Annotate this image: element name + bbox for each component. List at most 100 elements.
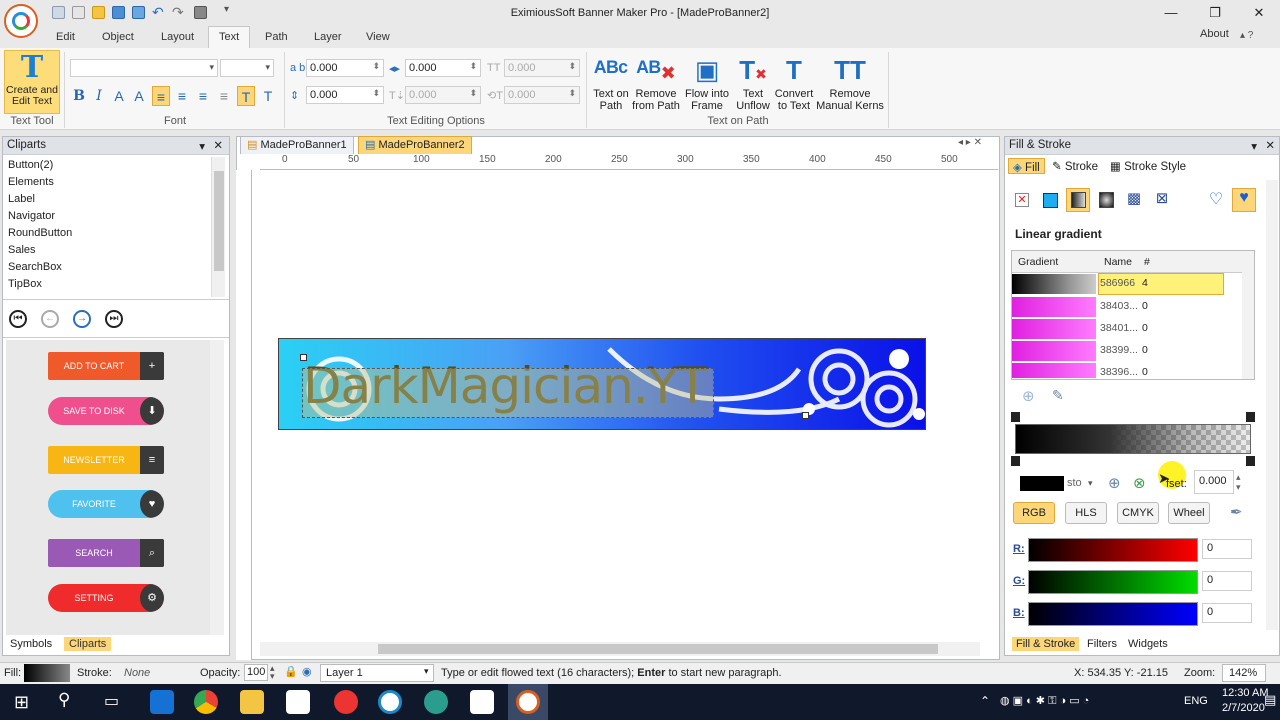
- notifications-icon[interactable]: ▤: [1264, 692, 1276, 708]
- menu-layer[interactable]: Layer: [314, 31, 342, 43]
- table-row[interactable]: 586966 4: [1012, 273, 1254, 295]
- banner-maker-taskbar-icon[interactable]: [516, 690, 540, 714]
- clock-date[interactable]: 2/7/2020: [1222, 702, 1265, 714]
- align-justify-icon[interactable]: ≡: [215, 86, 233, 106]
- list-item[interactable]: Label: [5, 191, 211, 208]
- minimize-icon[interactable]: —: [1156, 4, 1186, 22]
- pattern-icon[interactable]: ▩: [1122, 188, 1146, 212]
- doc-tab-2[interactable]: ▤ MadeProBanner2: [358, 136, 472, 154]
- quick-access-dropdown-icon[interactable]: ▾: [224, 4, 229, 15]
- menu-path[interactable]: Path: [265, 31, 288, 43]
- ccleaner-icon[interactable]: [378, 690, 402, 714]
- fill-rule-evenodd-icon[interactable]: ♡: [1204, 188, 1228, 212]
- bottom-tab-widgets[interactable]: Widgets: [1128, 638, 1168, 650]
- letter-spacing-input[interactable]: 0.000: [306, 59, 384, 77]
- clipart-setting[interactable]: SETTING ⚙: [48, 584, 164, 612]
- delete-stop-icon[interactable]: ⊗: [1133, 474, 1146, 492]
- table-row[interactable]: 38396... 0: [1012, 362, 1254, 378]
- table-row[interactable]: 38401... 0: [1012, 318, 1254, 340]
- chrome-icon[interactable]: [194, 690, 218, 714]
- gradient-stop-handle[interactable]: [1011, 456, 1020, 466]
- list-item[interactable]: Sales: [5, 242, 211, 259]
- tab-stroke[interactable]: ✎ Stroke: [1048, 158, 1102, 174]
- open-folder-icon[interactable]: [92, 6, 105, 19]
- save-icon[interactable]: [112, 6, 125, 19]
- first-page-icon[interactable]: ⏮: [9, 310, 27, 328]
- flow-into-frame-button[interactable]: ▣ Flow into Frame: [682, 52, 732, 112]
- no-paint-icon[interactable]: ✕: [1010, 188, 1034, 212]
- app-icon[interactable]: [334, 690, 358, 714]
- next-page-icon[interactable]: →: [73, 310, 91, 328]
- gradient-stop-handle[interactable]: [1246, 412, 1255, 422]
- channel-b-slider[interactable]: [1028, 602, 1198, 626]
- clipart-add-to-cart[interactable]: ADD TO CART +: [48, 352, 164, 380]
- list-item[interactable]: RoundButton: [5, 225, 211, 242]
- gradient-preview-bar[interactable]: [1015, 424, 1251, 454]
- selection-handle[interactable]: [300, 354, 307, 361]
- panel-dropdown-icon[interactable]: ▾: [1251, 139, 1257, 153]
- stop-color-swatch[interactable]: [1020, 476, 1064, 491]
- layer-dropdown-icon[interactable]: ▾: [424, 666, 429, 677]
- file-explorer-icon[interactable]: [240, 690, 264, 714]
- redo-icon[interactable]: ↷: [172, 4, 184, 21]
- edge-icon[interactable]: [150, 690, 174, 714]
- create-edit-text-button[interactable]: T Create and Edit Text: [4, 50, 60, 114]
- clipart-save-to-disk[interactable]: SAVE TO DISK ⬇: [48, 397, 164, 425]
- eyedropper-icon[interactable]: ✒: [1230, 503, 1243, 521]
- text-on-path-button[interactable]: ᴬᴮᶜ Text on Path: [590, 52, 632, 112]
- kerning-input[interactable]: 0.000: [504, 59, 580, 77]
- edit-gradient-icon[interactable]: ✎: [1052, 387, 1064, 404]
- convert-to-text-button[interactable]: T Convert to Text: [772, 52, 816, 112]
- list-item[interactable]: Button(2): [5, 157, 211, 174]
- fill-panel-scrollbar[interactable]: [1266, 180, 1278, 630]
- list-item[interactable]: TipBox: [5, 276, 211, 293]
- status-fill-swatch[interactable]: [24, 664, 70, 682]
- mode-wheel-button[interactable]: Wheel: [1168, 502, 1210, 524]
- list-item[interactable]: SearchBox: [5, 259, 211, 276]
- undo-icon[interactable]: ↶: [152, 4, 164, 21]
- offset-input[interactable]: 0.000: [1194, 470, 1234, 494]
- menu-layout[interactable]: Layout: [161, 31, 194, 43]
- horizontal-scrollbar[interactable]: [260, 642, 980, 656]
- panel-close-icon[interactable]: ✕: [213, 138, 223, 152]
- about-link[interactable]: About: [1200, 28, 1229, 40]
- offset-spinner-icon[interactable]: ▴ ▾: [1236, 472, 1241, 492]
- remove-from-path-button[interactable]: ᴬᴮ✖ Remove from Path: [630, 52, 682, 112]
- stop-select[interactable]: sto: [1067, 477, 1082, 489]
- channel-g-input[interactable]: 0: [1202, 571, 1252, 591]
- layer-select[interactable]: Layer 1: [320, 664, 434, 682]
- close-icon[interactable]: ✕: [1244, 4, 1274, 22]
- superscript-icon[interactable]: A: [110, 86, 128, 106]
- search-icon[interactable]: ⚲: [58, 690, 70, 710]
- tray-up-icon[interactable]: ⌃: [980, 694, 990, 708]
- vertical-shift-input[interactable]: 0.000: [405, 86, 481, 104]
- opacity-spinner-icon[interactable]: ▴ ▾: [270, 664, 275, 681]
- swatch-icon[interactable]: ⊠: [1150, 188, 1174, 212]
- text-unflow-button[interactable]: T✖ Text Unflow: [732, 52, 774, 112]
- add-gradient-icon[interactable]: ⊕: [1022, 387, 1035, 405]
- font-size-select[interactable]: [220, 59, 274, 77]
- line-spacing-input[interactable]: 0.000: [306, 86, 384, 104]
- tab-stroke-style[interactable]: ▦ Stroke Style: [1106, 158, 1190, 174]
- gradient-stop-handle[interactable]: [1246, 456, 1255, 466]
- bottom-tab-fill-stroke[interactable]: Fill & Stroke: [1012, 637, 1080, 651]
- mode-cmyk-button[interactable]: CMYK: [1117, 502, 1159, 524]
- lock-icon[interactable]: 🔒: [284, 665, 298, 678]
- opacity-input[interactable]: 100: [244, 664, 268, 681]
- zoom-input[interactable]: 142%: [1222, 664, 1266, 682]
- list-item[interactable]: Elements: [5, 174, 211, 191]
- store-icon[interactable]: [286, 690, 310, 714]
- app-icon[interactable]: [424, 690, 448, 714]
- italic-button[interactable]: I: [90, 86, 108, 106]
- align-center-icon[interactable]: ≡: [173, 86, 191, 106]
- clock-time[interactable]: 12:30 AM: [1222, 687, 1268, 699]
- save-all-icon[interactable]: [132, 6, 145, 19]
- menu-text[interactable]: Text: [208, 26, 251, 48]
- align-right-icon[interactable]: ≡: [194, 86, 212, 106]
- table-row[interactable]: 38399... 0: [1012, 340, 1254, 362]
- notepad-icon[interactable]: [470, 690, 494, 714]
- prev-page-icon[interactable]: ←: [41, 310, 59, 328]
- add-stop-icon[interactable]: ⊕: [1108, 474, 1121, 492]
- remove-manual-kerns-button[interactable]: TT Remove Manual Kerns: [814, 52, 886, 112]
- maximize-icon[interactable]: ❐: [1200, 4, 1230, 22]
